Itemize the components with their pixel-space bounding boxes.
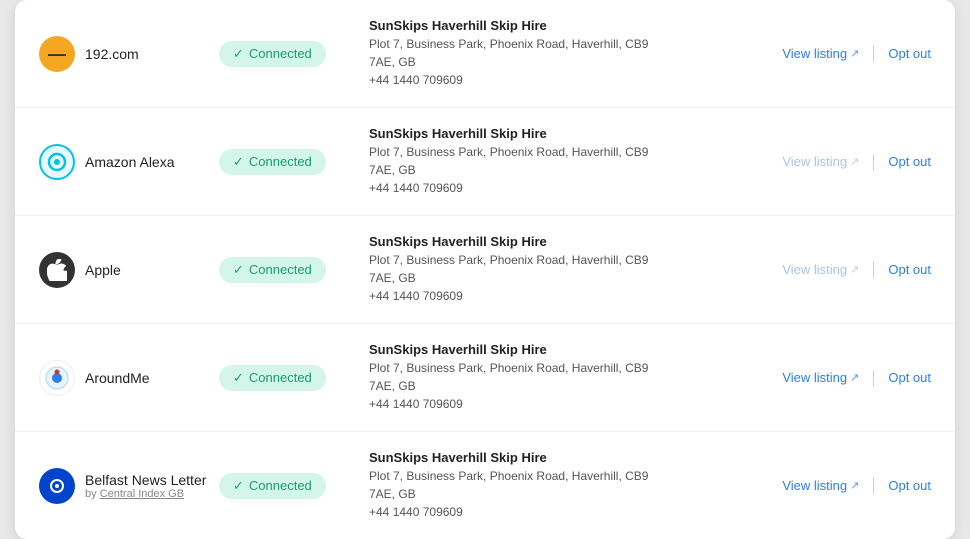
view-listing-label-aroundme: View listing [782,370,847,385]
provider-sub-belfast-news-letter: by Central Index GB [85,488,206,500]
listing-title-apple: SunSkips Haverhill Skip Hire [369,234,762,249]
provider-name-192com: 192.com [85,46,139,62]
status-label-belfast-news-letter: Connected [249,478,312,493]
name-wrap-aroundme: AroundMe [85,370,150,386]
logo-icon-alexa [39,144,75,180]
col-actions-belfast-news-letter: View listing ↗ Opt out [782,478,931,494]
listing-address-amazon-alexa: Plot 7, Business Park, Phoenix Road, Hav… [369,143,762,197]
logo-icon-192: — [39,36,75,72]
view-listing-label-amazon-alexa: View listing [782,154,847,169]
col-logo-192com: — 192.com [39,36,219,72]
listing-title-aroundme: SunSkips Haverhill Skip Hire [369,342,762,357]
col-logo-apple: Apple [39,252,219,288]
provider-name-apple: Apple [85,262,121,278]
col-status-apple: ✓ Connected [219,257,349,283]
col-actions-amazon-alexa: View listing ↗ Opt out [782,154,931,170]
name-wrap-apple: Apple [85,262,121,278]
status-badge-belfast-news-letter: ✓ Connected [219,473,326,499]
col-info-192com: SunSkips Haverhill Skip Hire Plot 7, Busi… [349,18,782,89]
listing-address-192com: Plot 7, Business Park, Phoenix Road, Hav… [369,35,762,89]
listing-row-apple: Apple ✓ Connected SunSkips Haverhill Skip H… [15,216,955,324]
status-badge-amazon-alexa: ✓ Connected [219,149,326,175]
vertical-divider [873,154,874,170]
view-listing-link-belfast-news-letter[interactable]: View listing ↗ [782,478,859,493]
col-info-belfast-news-letter: SunSkips Haverhill Skip Hire Plot 7, Busi… [349,450,782,521]
vertical-divider [873,478,874,494]
external-link-icon: ↗ [850,371,859,384]
listing-address-belfast-news-letter: Plot 7, Business Park, Phoenix Road, Hav… [369,467,762,521]
opt-out-link-belfast-news-letter[interactable]: Opt out [888,478,931,493]
vertical-divider [873,46,874,62]
name-wrap-192com: 192.com [85,46,139,62]
listing-title-192com: SunSkips Haverhill Skip Hire [369,18,762,33]
external-link-icon: ↗ [850,47,859,60]
listing-row-192com: — 192.com ✓ Connected SunSkips Haverhill Ski… [15,0,955,108]
check-icon: ✓ [233,370,244,386]
vertical-divider [873,370,874,386]
external-link-icon: ↗ [850,155,859,168]
view-listing-label-192com: View listing [782,46,847,61]
opt-out-link-amazon-alexa[interactable]: Opt out [888,154,931,169]
listing-title-belfast-news-letter: SunSkips Haverhill Skip Hire [369,450,762,465]
col-status-192com: ✓ Connected [219,41,349,67]
vertical-divider [873,262,874,278]
provider-name-aroundme: AroundMe [85,370,150,386]
name-wrap-amazon-alexa: Amazon Alexa [85,154,175,170]
opt-out-link-aroundme[interactable]: Opt out [888,370,931,385]
status-badge-apple: ✓ Connected [219,257,326,283]
provider-name-amazon-alexa: Amazon Alexa [85,154,175,170]
col-status-amazon-alexa: ✓ Connected [219,149,349,175]
logo-icon-belfast [39,468,75,504]
listing-address-aroundme: Plot 7, Business Park, Phoenix Road, Hav… [369,359,762,413]
col-logo-aroundme: AroundMe [39,360,219,396]
external-link-icon: ↗ [850,479,859,492]
listing-row-amazon-alexa: Amazon Alexa ✓ Connected SunSkips Haverhill… [15,108,955,216]
opt-out-link-192com[interactable]: Opt out [888,46,931,61]
listing-address-apple: Plot 7, Business Park, Phoenix Road, Hav… [369,251,762,305]
provider-name-belfast-news-letter: Belfast News Letter [85,472,206,488]
provider-sub-link-belfast-news-letter[interactable]: Central Index GB [100,488,184,500]
logo-icon-apple [39,252,75,288]
check-icon: ✓ [233,154,244,170]
col-status-aroundme: ✓ Connected [219,365,349,391]
col-logo-belfast-news-letter: Belfast News Letterby Central Index GB [39,468,219,504]
view-listing-label-belfast-news-letter: View listing [782,478,847,493]
col-info-aroundme: SunSkips Haverhill Skip Hire Plot 7, Busi… [349,342,782,413]
col-logo-amazon-alexa: Amazon Alexa [39,144,219,180]
listing-row-aroundme: AroundMe ✓ Connected SunSkips Haverhill Ski… [15,324,955,432]
col-info-amazon-alexa: SunSkips Haverhill Skip Hire Plot 7, Busi… [349,126,782,197]
logo-icon-aroundme [39,360,75,396]
view-listing-link-192com[interactable]: View listing ↗ [782,46,859,61]
status-label-aroundme: Connected [249,370,312,385]
listing-title-amazon-alexa: SunSkips Haverhill Skip Hire [369,126,762,141]
status-label-192com: Connected [249,46,312,61]
name-wrap-belfast-news-letter: Belfast News Letterby Central Index GB [85,472,206,500]
status-label-apple: Connected [249,262,312,277]
status-badge-aroundme: ✓ Connected [219,365,326,391]
status-badge-192com: ✓ Connected [219,41,326,67]
opt-out-link-apple[interactable]: Opt out [888,262,931,277]
view-listing-label-apple: View listing [782,262,847,277]
check-icon: ✓ [233,478,244,494]
col-status-belfast-news-letter: ✓ Connected [219,473,349,499]
view-listing-link-aroundme[interactable]: View listing ↗ [782,370,859,385]
view-listing-link-apple: View listing ↗ [782,262,859,277]
view-listing-link-amazon-alexa: View listing ↗ [782,154,859,169]
check-icon: ✓ [233,262,244,278]
status-label-amazon-alexa: Connected [249,154,312,169]
col-actions-aroundme: View listing ↗ Opt out [782,370,931,386]
external-link-icon: ↗ [850,263,859,276]
col-info-apple: SunSkips Haverhill Skip Hire Plot 7, Busi… [349,234,782,305]
listings-card: — 192.com ✓ Connected SunSkips Haverhill Ski… [15,0,955,539]
col-actions-apple: View listing ↗ Opt out [782,262,931,278]
listing-row-belfast-news-letter: Belfast News Letterby Central Index GB ✓ C… [15,432,955,539]
col-actions-192com: View listing ↗ Opt out [782,46,931,62]
check-icon: ✓ [233,46,244,62]
